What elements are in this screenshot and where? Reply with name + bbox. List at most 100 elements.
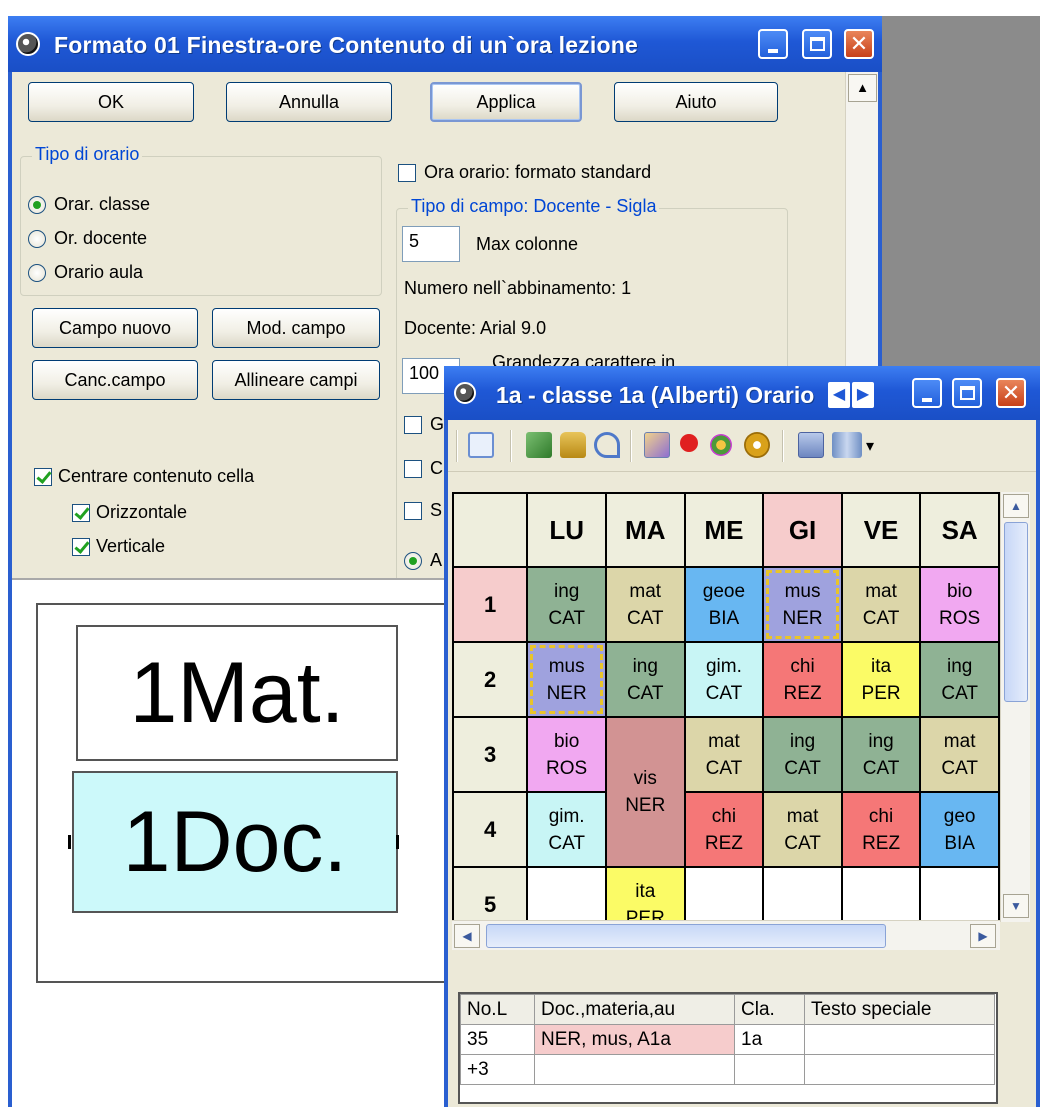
field-handle-left[interactable] xyxy=(68,835,71,849)
scroll-up-arrow-icon[interactable]: ▲ xyxy=(848,74,877,102)
lesson-class[interactable] xyxy=(734,1054,805,1085)
lesson-cell[interactable]: ing CAT xyxy=(762,716,843,793)
grid-vertical-scrollbar[interactable]: ▲ ▼ xyxy=(1000,492,1030,922)
dialog-titlebar[interactable]: Formato 01 Finestra-ore Contenuto di un`… xyxy=(8,16,882,72)
day-header[interactable]: GI xyxy=(762,492,843,568)
close-button[interactable]: ✕ xyxy=(996,378,1026,408)
paint-icon[interactable] xyxy=(644,432,670,458)
radio-teacher-schedule[interactable] xyxy=(28,230,46,248)
lesson-special-text[interactable] xyxy=(804,1024,995,1055)
option-a-radio[interactable] xyxy=(404,552,422,570)
lesson-number[interactable]: +3 xyxy=(460,1054,535,1085)
minimize-button[interactable] xyxy=(912,378,942,408)
lesson-cell[interactable]: chi REZ xyxy=(762,641,843,718)
people-icon[interactable] xyxy=(710,434,732,456)
minimize-button[interactable] xyxy=(758,29,788,59)
toolbar-more-dropdown[interactable]: ▾ xyxy=(866,436,874,456)
lock-icon[interactable] xyxy=(560,432,586,458)
day-header[interactable]: SA xyxy=(919,492,1000,568)
lesson-cell[interactable] xyxy=(840,866,922,920)
lesson-row[interactable]: +3 xyxy=(460,1054,995,1085)
timetable-titlebar[interactable]: 1a - classe 1a (Alberti) Orario ◀ ▶ ✕ xyxy=(444,366,1040,420)
move-icon[interactable] xyxy=(468,432,494,458)
hour-header[interactable]: 4 xyxy=(452,791,529,868)
scroll-up-arrow-icon[interactable]: ▲ xyxy=(1003,494,1029,518)
lesson-class[interactable]: 1a xyxy=(734,1024,805,1055)
lesson-row[interactable]: 35 NER, mus, A1a 1a xyxy=(460,1024,995,1055)
close-button[interactable]: ✕ xyxy=(844,29,874,59)
delete-field-button[interactable]: Canc.campo xyxy=(32,360,198,400)
apply-button[interactable]: Applica xyxy=(430,82,582,122)
standard-format-checkbox[interactable] xyxy=(398,164,416,182)
grid-horizontal-scrollbar[interactable]: ◀ ▶ xyxy=(452,920,1000,950)
lesson-cell[interactable]: vis NER xyxy=(604,716,686,868)
maximize-button[interactable] xyxy=(952,378,982,408)
lesson-cell[interactable]: bio ROS xyxy=(526,716,607,793)
lesson-cell[interactable]: bio ROS xyxy=(919,566,1000,643)
day-header[interactable]: ME xyxy=(683,492,765,568)
preview-field-subject[interactable]: 1Mat. xyxy=(76,625,398,761)
align-fields-button[interactable]: Allineare campi xyxy=(212,360,380,400)
lesson-cell[interactable]: mat CAT xyxy=(762,791,843,868)
lesson-cell[interactable]: mus NER xyxy=(762,566,843,643)
horizontal-scroll-thumb[interactable] xyxy=(486,924,886,948)
day-header[interactable]: VE xyxy=(840,492,922,568)
lesson-cell[interactable]: mat CAT xyxy=(604,566,686,643)
option-g-checkbox[interactable] xyxy=(404,416,422,434)
field-handle-right[interactable] xyxy=(396,835,399,849)
horizontal-checkbox[interactable] xyxy=(72,504,90,522)
next-class-button[interactable]: ▶ xyxy=(852,382,874,408)
lesson-cell[interactable]: ing CAT xyxy=(840,716,922,793)
lesson-cell[interactable]: chi REZ xyxy=(840,791,922,868)
lesson-cell[interactable]: mat CAT xyxy=(683,716,765,793)
lesson-number[interactable]: 35 xyxy=(460,1024,535,1055)
cancel-button[interactable]: Annulla xyxy=(226,82,392,122)
import-icon[interactable] xyxy=(526,432,552,458)
lesson-cell[interactable] xyxy=(683,866,765,920)
lesson-teacher-subject[interactable]: NER, mus, A1a xyxy=(534,1024,735,1055)
scroll-right-arrow-icon[interactable]: ▶ xyxy=(970,924,996,948)
lesson-cell[interactable] xyxy=(919,866,1000,920)
option-c-checkbox[interactable] xyxy=(404,460,422,478)
preview-field-teacher[interactable]: 1Doc. xyxy=(72,771,398,913)
maximize-button[interactable] xyxy=(802,29,832,59)
lesson-cell[interactable] xyxy=(762,866,843,920)
scroll-down-arrow-icon[interactable]: ▼ xyxy=(1003,894,1029,918)
pin-icon[interactable] xyxy=(680,434,698,452)
day-header[interactable]: LU xyxy=(526,492,607,568)
view-icon[interactable] xyxy=(832,432,862,458)
hour-header[interactable]: 1 xyxy=(452,566,529,643)
lesson-cell[interactable]: geoe BIA xyxy=(683,566,765,643)
lesson-cell[interactable]: ing CAT xyxy=(919,641,1000,718)
new-field-button[interactable]: Campo nuovo xyxy=(32,308,198,348)
center-content-checkbox[interactable] xyxy=(34,468,52,486)
option-s-checkbox[interactable] xyxy=(404,502,422,520)
ok-button[interactable]: OK xyxy=(28,82,194,122)
help-button[interactable]: Aiuto xyxy=(614,82,778,122)
radio-class-schedule[interactable] xyxy=(28,196,46,214)
lesson-cell[interactable]: mat CAT xyxy=(840,566,922,643)
scroll-left-arrow-icon[interactable]: ◀ xyxy=(454,924,480,948)
lesson-cell[interactable]: geo BIA xyxy=(919,791,1000,868)
lesson-cell[interactable]: ita PER xyxy=(840,641,922,718)
lesson-cell[interactable]: mat CAT xyxy=(919,716,1000,793)
undo-icon[interactable] xyxy=(594,432,620,458)
day-header[interactable]: MA xyxy=(604,492,686,568)
lesson-teacher-subject[interactable] xyxy=(534,1054,735,1085)
hour-header[interactable]: 2 xyxy=(452,641,529,718)
vertical-checkbox[interactable] xyxy=(72,538,90,556)
radio-room-schedule[interactable] xyxy=(28,264,46,282)
lesson-cell[interactable]: ing CAT xyxy=(526,566,607,643)
help-icon[interactable] xyxy=(798,432,824,458)
lesson-cell[interactable]: mus NER xyxy=(526,641,607,718)
lesson-cell[interactable]: ing CAT xyxy=(604,641,686,718)
edit-field-button[interactable]: Mod. campo xyxy=(212,308,380,348)
vertical-scroll-thumb[interactable] xyxy=(1004,522,1028,702)
max-columns-input[interactable]: 5 xyxy=(402,226,460,262)
settings-gear-icon[interactable] xyxy=(744,432,770,458)
lesson-cell[interactable] xyxy=(526,866,607,920)
prev-class-button[interactable]: ◀ xyxy=(828,382,850,408)
lesson-cell[interactable]: chi REZ xyxy=(683,791,765,868)
lesson-cell[interactable]: gim. CAT xyxy=(683,641,765,718)
lesson-special-text[interactable] xyxy=(804,1054,995,1085)
